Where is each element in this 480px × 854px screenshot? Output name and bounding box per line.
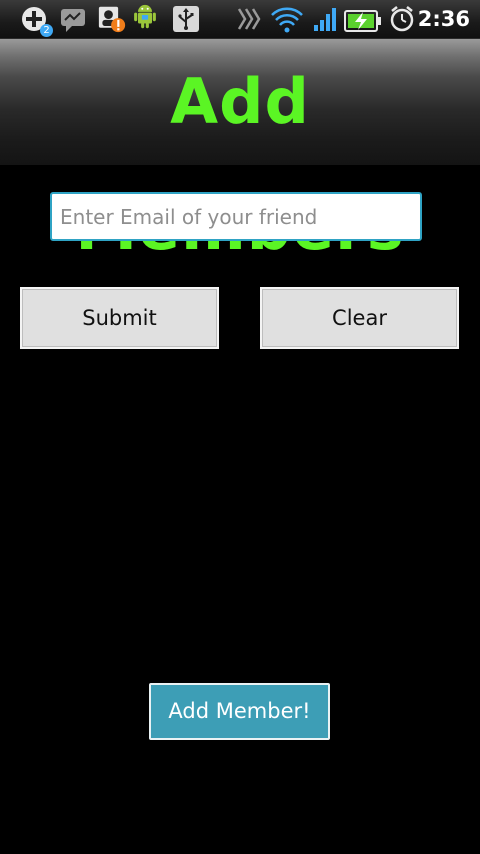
status-bar: 2 2:36 — [0, 0, 480, 39]
email-input[interactable] — [50, 192, 422, 241]
android-icon — [134, 4, 156, 29]
battery-charging-icon — [344, 10, 381, 32]
title-banner: Add Members — [0, 39, 480, 264]
add-member-button[interactable]: Add Member! — [149, 683, 330, 740]
clear-button[interactable]: Clear — [260, 287, 459, 349]
page-title: Add Members — [75, 65, 403, 264]
usb-icon — [173, 6, 199, 32]
alarm-icon — [390, 6, 414, 32]
signal-icon — [314, 8, 336, 31]
messenger-icon — [61, 9, 85, 32]
contact-alert-icon — [98, 6, 126, 33]
app-screen: 2 2:36 Add Enter Email of your friend Su… — [0, 0, 480, 854]
notification-count-badge: 2 — [40, 24, 53, 37]
status-time: 2:36 — [417, 7, 470, 31]
sync-icon — [237, 8, 261, 30]
wifi-icon — [271, 7, 303, 33]
submit-button[interactable]: Submit — [20, 287, 219, 349]
